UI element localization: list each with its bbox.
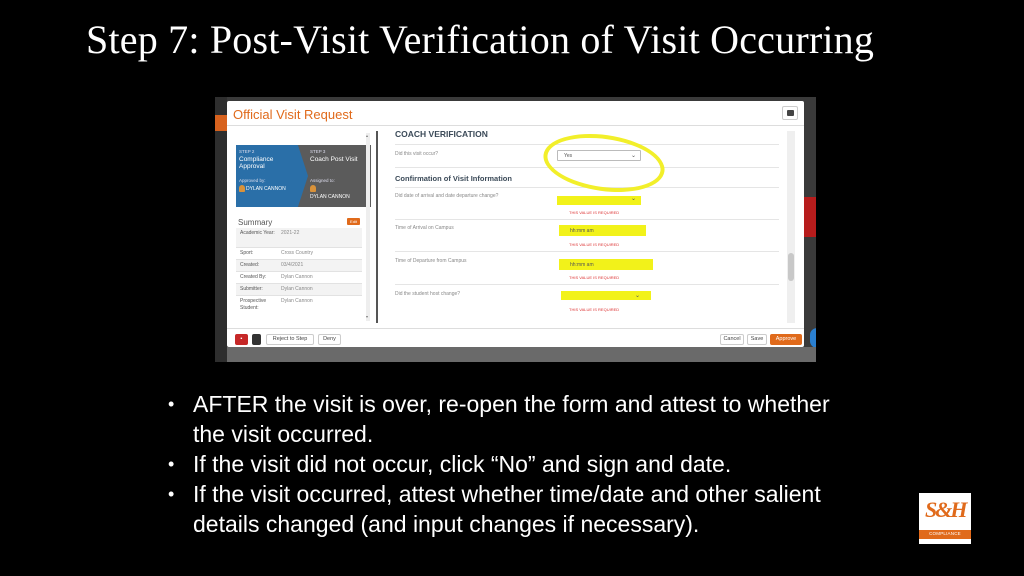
avatar (310, 185, 316, 192)
cancel-button[interactable]: Cancel (720, 334, 744, 345)
background-red-block (803, 197, 816, 237)
step-card-compliance: STEP 2 Compliance Approval Approved by: … (236, 145, 308, 207)
divider (395, 219, 779, 220)
step-name: Coach Post Visit (310, 156, 358, 163)
logo-text: COMPLIANCE (929, 531, 961, 536)
step-person: DYLAN CANNON (310, 194, 350, 200)
departure-time-input[interactable]: hh:mm am (563, 259, 633, 270)
print-button[interactable] (782, 106, 798, 120)
divider (227, 328, 804, 329)
confirmation-heading: Confirmation of Visit Information (395, 174, 512, 183)
chevron-down-icon: ⌄ (630, 196, 636, 202)
date-change-label: Did date of arrival and date departure c… (395, 193, 499, 199)
step-role-label: Assigned to: (310, 178, 335, 183)
step-number: STEP 3 (310, 149, 326, 154)
scroll-down-icon: ▾ (366, 314, 369, 319)
arrival-time-input[interactable]: hh:mm am (563, 225, 633, 236)
summary-row: Created: 03/4/2021 (236, 260, 362, 272)
divider (395, 251, 779, 252)
required-message: THIS VALUE IS REQUIRED (569, 307, 620, 312)
save-button[interactable]: Save (747, 334, 767, 345)
summary-row: Academic Year: 2021-22 (236, 228, 362, 248)
step-person: DYLAN CANNON (246, 186, 286, 192)
compliance-logo: S&H COMPLIANCE (919, 493, 971, 544)
bullet-item: • If the visit occurred, attest whether t… (168, 481, 821, 537)
approve-button[interactable]: Approve (770, 334, 802, 345)
trash-icon: ▪ (240, 336, 243, 342)
panel-divider (376, 131, 378, 323)
host-change-select[interactable]: ⌄ (561, 290, 645, 301)
background-app-strip (215, 97, 227, 362)
visit-occur-label: Did this visit occur? (395, 151, 439, 157)
summary-row: Sport: Cross Country (236, 248, 362, 260)
scrollbar-thumb[interactable] (788, 253, 794, 281)
arrival-time-label: Time of Arrival on Campus (395, 225, 454, 231)
stop-button[interactable] (252, 334, 261, 345)
chat-bubble-icon (810, 328, 816, 348)
logo-mark: S&H (925, 497, 967, 522)
required-message: THIS VALUE IS REQUIRED (569, 210, 620, 215)
coach-verification-heading: COACH VERIFICATION (395, 129, 488, 139)
summary-scrollbar[interactable]: ▴ ▾ (366, 133, 370, 321)
step-card-coach: STEP 3 Coach Post Visit Assigned to: DYL… (302, 145, 371, 207)
chevron-down-icon: ⌄ (634, 293, 640, 299)
edit-summary-button[interactable]: Edit (347, 218, 360, 225)
host-change-label: Did the student host change? (395, 291, 461, 297)
date-change-select[interactable]: ⌄ (557, 193, 641, 204)
print-icon (787, 110, 794, 116)
slide-title: Step 7: Post-Visit Verification of Visit… (86, 17, 875, 62)
divider (395, 284, 779, 285)
reject-to-step-button[interactable]: Reject to Step (266, 334, 314, 345)
modal-title: Official Visit Request (233, 107, 353, 122)
step-number: STEP 2 (239, 149, 255, 154)
official-visit-request-modal: Official Visit Request STEP 2 Compliance… (227, 101, 804, 347)
avatar (239, 185, 245, 192)
summary-row: Submitter: Dylan Cannon (236, 284, 362, 296)
summary-row: Created By: Dylan Cannon (236, 272, 362, 284)
background-accent (215, 115, 227, 131)
summary-row: Prospective Student: Dylan Cannon (240, 298, 313, 311)
form-scrollbar[interactable] (787, 131, 795, 323)
required-message: THIS VALUE IS REQUIRED (569, 275, 620, 280)
bullet-item: • AFTER the visit is over, re-open the fo… (168, 391, 830, 447)
step-name: Compliance Approval (239, 156, 274, 170)
bullet-item: • If the visit did not occur, click “No” … (168, 451, 732, 477)
background-app-bottom (227, 347, 816, 362)
bullet-list: • AFTER the visit is over, re-open the fo… (166, 389, 866, 539)
scroll-up-icon: ▴ (366, 133, 369, 138)
summary-title: Summary (238, 218, 273, 227)
required-message: THIS VALUE IS REQUIRED (569, 242, 620, 247)
departure-time-label: Time of Departure from Campus (395, 258, 467, 264)
divider (227, 125, 804, 126)
step-role-label: Approved by: (239, 178, 266, 183)
step-tracker: STEP 2 Compliance Approval Approved by: … (236, 145, 371, 207)
embedded-screenshot: Official Visit Request STEP 2 Compliance… (215, 97, 816, 362)
delete-button[interactable]: ▪ (235, 334, 248, 345)
deny-button[interactable]: Deny (318, 334, 341, 345)
